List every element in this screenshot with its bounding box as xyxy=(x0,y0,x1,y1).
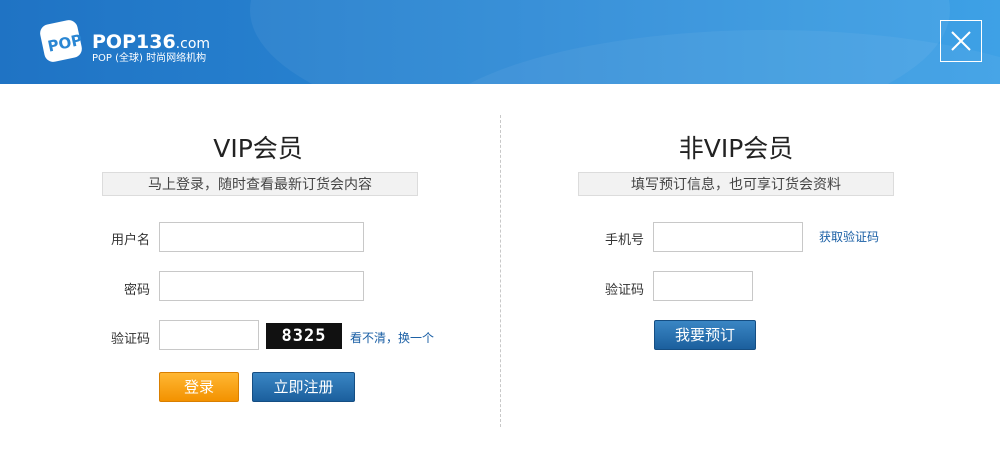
section-divider xyxy=(500,115,501,427)
sms-code-input[interactable] xyxy=(653,271,753,301)
close-icon xyxy=(951,31,971,51)
close-button[interactable] xyxy=(940,20,982,62)
vip-section-title: VIP会员 xyxy=(213,134,303,163)
pop-logo-icon: POP xyxy=(40,20,84,62)
brand-name: POP136 xyxy=(92,31,176,53)
captcha-input[interactable] xyxy=(159,320,259,350)
reserve-button[interactable]: 我要预订 xyxy=(654,320,756,350)
refresh-captcha-link[interactable]: 看不清，换一个 xyxy=(350,329,434,346)
phone-input[interactable] xyxy=(653,222,803,252)
brand-suffix: .com xyxy=(175,36,211,52)
brand-title: POP136.com xyxy=(92,32,210,54)
nonvip-subtitle: 填写预订信息，也可享订货会资料 xyxy=(578,172,894,196)
login-button[interactable]: 登录 xyxy=(159,372,239,402)
phone-label: 手机号 xyxy=(604,233,644,248)
get-code-link[interactable]: 获取验证码 xyxy=(819,228,879,245)
header-banner: POP POP136.com POP (全球) 时尚网络机构 xyxy=(0,0,1000,84)
password-label: 密码 xyxy=(123,283,150,298)
register-button[interactable]: 立即注册 xyxy=(252,372,355,402)
username-label: 用户名 xyxy=(110,233,150,248)
captcha-label: 验证码 xyxy=(110,332,150,347)
brand-tagline: POP (全球) 时尚网络机构 xyxy=(92,53,207,64)
captcha-image[interactable]: 8325 xyxy=(266,323,342,349)
sms-code-label: 验证码 xyxy=(604,283,644,298)
password-input[interactable] xyxy=(159,271,364,301)
nonvip-section-title: 非VIP会员 xyxy=(678,134,794,163)
vip-subtitle: 马上登录，随时查看最新订货会内容 xyxy=(102,172,418,196)
username-input[interactable] xyxy=(159,222,364,252)
